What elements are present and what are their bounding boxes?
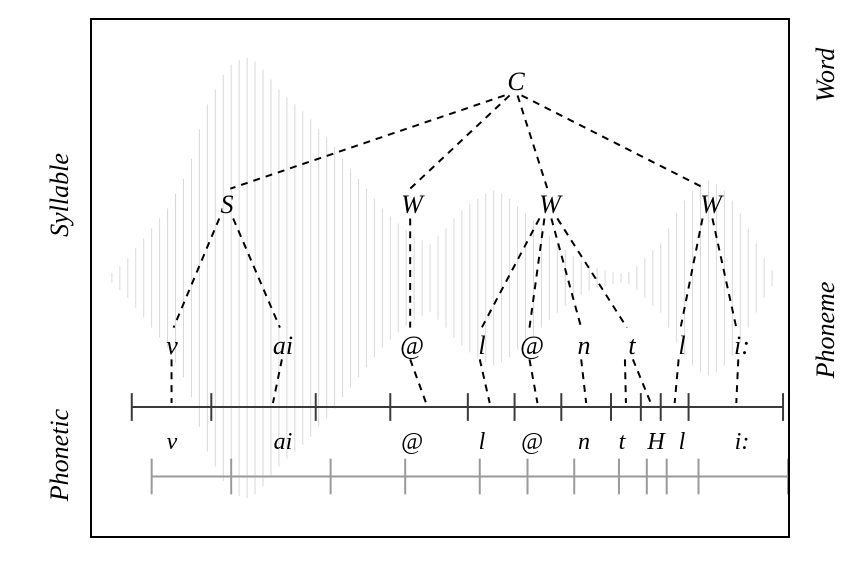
waveform: [92, 20, 788, 536]
phonetic-seg-label-2: @: [401, 429, 423, 456]
syllable-node-2: W: [539, 190, 561, 220]
tree-lines: [92, 20, 788, 536]
phonetic-seg-label-0: v: [167, 429, 178, 456]
tier-label-phoneme: Phoneme: [811, 282, 841, 379]
syllable-node-1: W: [401, 190, 423, 220]
phonetic-seg-label-8: l: [679, 429, 686, 456]
phonetic-seg-label-1: ai: [274, 429, 293, 456]
phoneme-node-2: @: [400, 331, 424, 361]
phonetic-seg-label-5: n: [578, 429, 590, 456]
phoneme-node-7: l: [678, 331, 685, 361]
tier-label-phonetic: Phonetic: [45, 409, 75, 501]
phonetic-seg-label-6: t: [619, 429, 626, 456]
phoneme-node-3: l: [478, 331, 485, 361]
word-node: C: [507, 67, 524, 97]
syllable-node-0: S: [221, 190, 234, 220]
diagram-frame: CSWWWvai@l@ntli: vai@l@ntHli:: [90, 18, 790, 538]
tier-label-syllable: Syllable: [45, 153, 75, 237]
phoneme-node-4: @: [520, 331, 544, 361]
phonetic-seg-label-7: H: [647, 429, 664, 456]
phoneme-node-8: i:: [734, 331, 750, 361]
phoneme-node-5: n: [578, 331, 591, 361]
phoneme-node-0: v: [166, 331, 178, 361]
tier-label-word: Word: [811, 48, 841, 102]
phonetic-seg-label-4: @: [521, 429, 543, 456]
phonetic-seg-label-3: l: [479, 429, 486, 456]
syllable-node-3: W: [700, 190, 722, 220]
phoneme-node-1: ai: [273, 331, 293, 361]
phoneme-node-6: t: [628, 331, 635, 361]
phonetic-seg-label-9: i:: [735, 429, 750, 456]
